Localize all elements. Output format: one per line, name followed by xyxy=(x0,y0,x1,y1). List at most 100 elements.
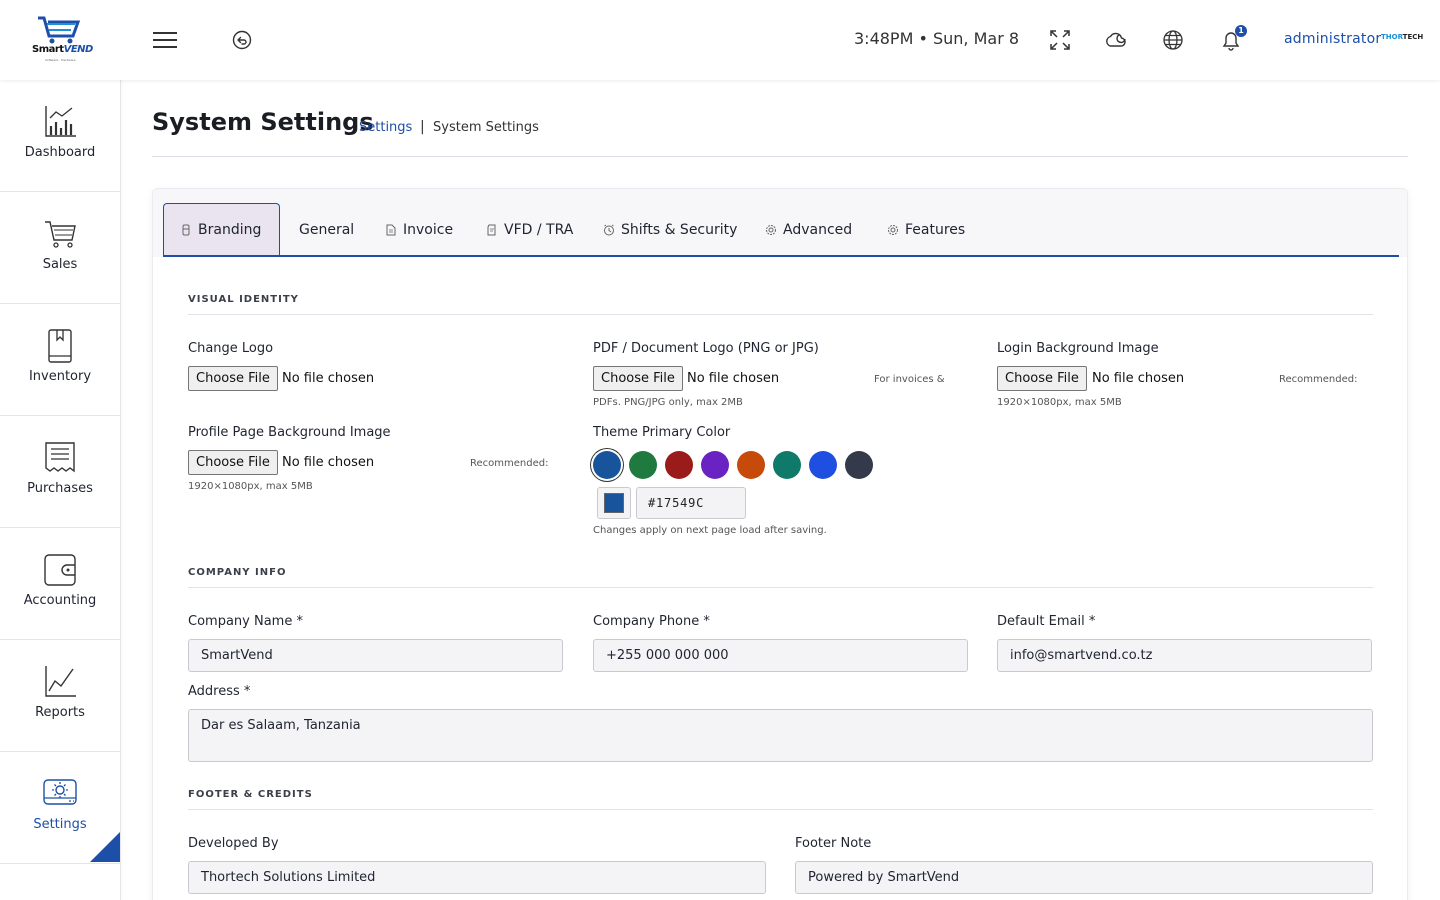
theme-swatch[interactable] xyxy=(845,451,873,479)
receipt-icon xyxy=(45,442,75,473)
default-email-input[interactable]: info@smartvend.co.tz xyxy=(997,639,1372,672)
theme-color-label: Theme Primary Color xyxy=(593,425,731,440)
developed-by-input[interactable]: Thortech Solutions Limited xyxy=(188,861,766,894)
breadcrumb-settings-link[interactable]: Settings xyxy=(359,120,412,135)
tab-shifts-security[interactable]: Shifts & Security xyxy=(595,203,745,256)
theme-swatch[interactable] xyxy=(701,451,729,479)
cart-icon xyxy=(45,221,76,248)
company-name-label: Company Name * xyxy=(188,614,303,629)
section-heading-visual-identity: VISUAL IDENTITY xyxy=(188,294,299,305)
pdf-logo-label: PDF / Document Logo (PNG or JPG) xyxy=(593,341,819,356)
default-email-label: Default Email * xyxy=(997,614,1096,629)
theme-swatch[interactable] xyxy=(593,451,621,479)
profile-bg-file-button[interactable]: Choose File xyxy=(188,450,278,475)
change-logo-file-status: No file chosen xyxy=(282,371,375,386)
login-bg-file-button[interactable]: Choose File xyxy=(997,366,1087,391)
company-name-input[interactable]: SmartVend xyxy=(188,639,563,672)
menu-toggle-button[interactable] xyxy=(153,32,177,50)
sidebar-item-reports[interactable]: Reports xyxy=(0,640,120,752)
active-corner-marker xyxy=(90,832,120,862)
login-bg-file-status: No file chosen xyxy=(1092,371,1185,386)
settings-icon xyxy=(43,779,77,805)
section-heading-footer-credits: FOOTER & CREDITS xyxy=(188,789,313,800)
theme-color-hex-input[interactable]: #17549C xyxy=(636,487,746,519)
fullscreen-icon[interactable] xyxy=(1047,27,1073,53)
theme-swatch[interactable] xyxy=(809,451,837,479)
tab-bar: Branding General Invoice VFD / TRA Shift… xyxy=(153,189,1407,257)
developed-by-label: Developed By xyxy=(188,836,279,851)
section-divider xyxy=(188,314,1373,315)
title-divider xyxy=(152,156,1408,157)
cart-logo-icon xyxy=(38,16,81,44)
sidebar-item-sales[interactable]: Sales xyxy=(0,192,120,304)
menu-icon xyxy=(153,32,177,34)
profile-bg-file-status: No file chosen xyxy=(282,455,375,470)
notification-badge: 1 xyxy=(1235,25,1247,37)
top-bar: SmartVEND Software · Hardware 3:48PM • S… xyxy=(0,0,1440,80)
address-label: Address * xyxy=(188,684,251,699)
theme-swatch[interactable] xyxy=(665,451,693,479)
clock-display: 3:48PM • Sun, Mar 8 xyxy=(854,29,1020,48)
pdf-logo-hint-continued: PDFs. PNG/JPG only, max 2MB xyxy=(593,397,743,408)
address-textarea[interactable]: Dar es Salaam, Tanzania xyxy=(188,709,1373,762)
tab-underline xyxy=(163,255,1399,257)
tab-general[interactable]: General xyxy=(291,203,362,256)
breadcrumb-current: System Settings xyxy=(433,120,539,135)
login-bg-hint-continued: 1920×1080px, max 5MB xyxy=(997,397,1122,408)
tab-invoice[interactable]: Invoice xyxy=(377,203,461,256)
user-menu-name[interactable]: administrator xyxy=(1284,31,1381,47)
profile-bg-hint-continued: 1920×1080px, max 5MB xyxy=(188,481,313,492)
settings-card: Branding General Invoice VFD / TRA Shift… xyxy=(152,188,1408,900)
theme-swatch[interactable] xyxy=(773,451,801,479)
change-logo-label: Change Logo xyxy=(188,341,274,356)
tab-branding[interactable]: Branding xyxy=(163,203,280,256)
theme-swatch[interactable] xyxy=(629,451,657,479)
paint-icon xyxy=(182,224,190,236)
change-logo-file-button[interactable]: Choose File xyxy=(188,366,278,391)
cog-icon xyxy=(888,224,898,235)
back-icon[interactable] xyxy=(231,29,253,51)
sidebar-item-inventory[interactable]: Inventory xyxy=(0,304,120,416)
theme-swatch[interactable] xyxy=(737,451,765,479)
pdf-logo-file-button[interactable]: Choose File xyxy=(593,366,683,391)
logo-tagline: Software · Hardware xyxy=(45,58,76,62)
partner-logo: THORTECH xyxy=(1381,33,1424,41)
tab-features[interactable]: Features xyxy=(879,203,973,256)
globe-icon[interactable] xyxy=(1160,27,1186,53)
gear-icon xyxy=(766,224,776,235)
company-phone-label: Company Phone * xyxy=(593,614,710,629)
page-title: System Settings xyxy=(152,108,374,136)
section-divider xyxy=(188,809,1373,810)
clock-icon xyxy=(604,224,614,235)
breadcrumb-separator: | xyxy=(420,119,425,135)
pdf-logo-hint: For invoices & xyxy=(874,374,945,385)
logo-wordmark: SmartVEND xyxy=(32,44,93,55)
profile-bg-hint: Recommended: xyxy=(470,458,549,469)
sidebar-item-purchases[interactable]: Purchases xyxy=(0,416,120,528)
company-phone-input[interactable]: +255 000 000 000 xyxy=(593,639,968,672)
smartvend-logo[interactable] xyxy=(30,12,88,64)
footer-note-label: Footer Note xyxy=(795,836,872,851)
document-icon xyxy=(487,224,496,235)
theme-color-hint: Changes apply on next page load after sa… xyxy=(593,525,827,536)
login-bg-hint: Recommended: xyxy=(1279,374,1358,385)
sidebar-item-dashboard[interactable]: Dashboard xyxy=(0,80,120,192)
color-preview xyxy=(604,493,624,513)
file-icon xyxy=(386,224,396,235)
profile-bg-label: Profile Page Background Image xyxy=(188,425,391,440)
pdf-logo-file-status: No file chosen xyxy=(687,371,780,386)
weather-icon[interactable] xyxy=(1103,27,1129,53)
footer-note-input[interactable]: Powered by SmartVend xyxy=(795,861,1373,894)
wallet-icon xyxy=(44,554,76,586)
login-bg-label: Login Background Image xyxy=(997,341,1159,356)
tab-advanced[interactable]: Advanced xyxy=(757,203,860,256)
sidebar-item-accounting[interactable]: Accounting xyxy=(0,528,120,640)
section-heading-company-info: COMPANY INFO xyxy=(188,567,287,578)
book-icon xyxy=(48,329,72,363)
section-divider xyxy=(188,587,1373,588)
dashboard-chart-icon xyxy=(45,106,76,137)
color-picker[interactable] xyxy=(597,487,631,519)
line-chart-icon xyxy=(45,666,76,697)
tab-vfd-tra[interactable]: VFD / TRA xyxy=(478,203,581,256)
sidebar: Dashboard Sales Inventory Purchases Acco… xyxy=(0,80,121,900)
